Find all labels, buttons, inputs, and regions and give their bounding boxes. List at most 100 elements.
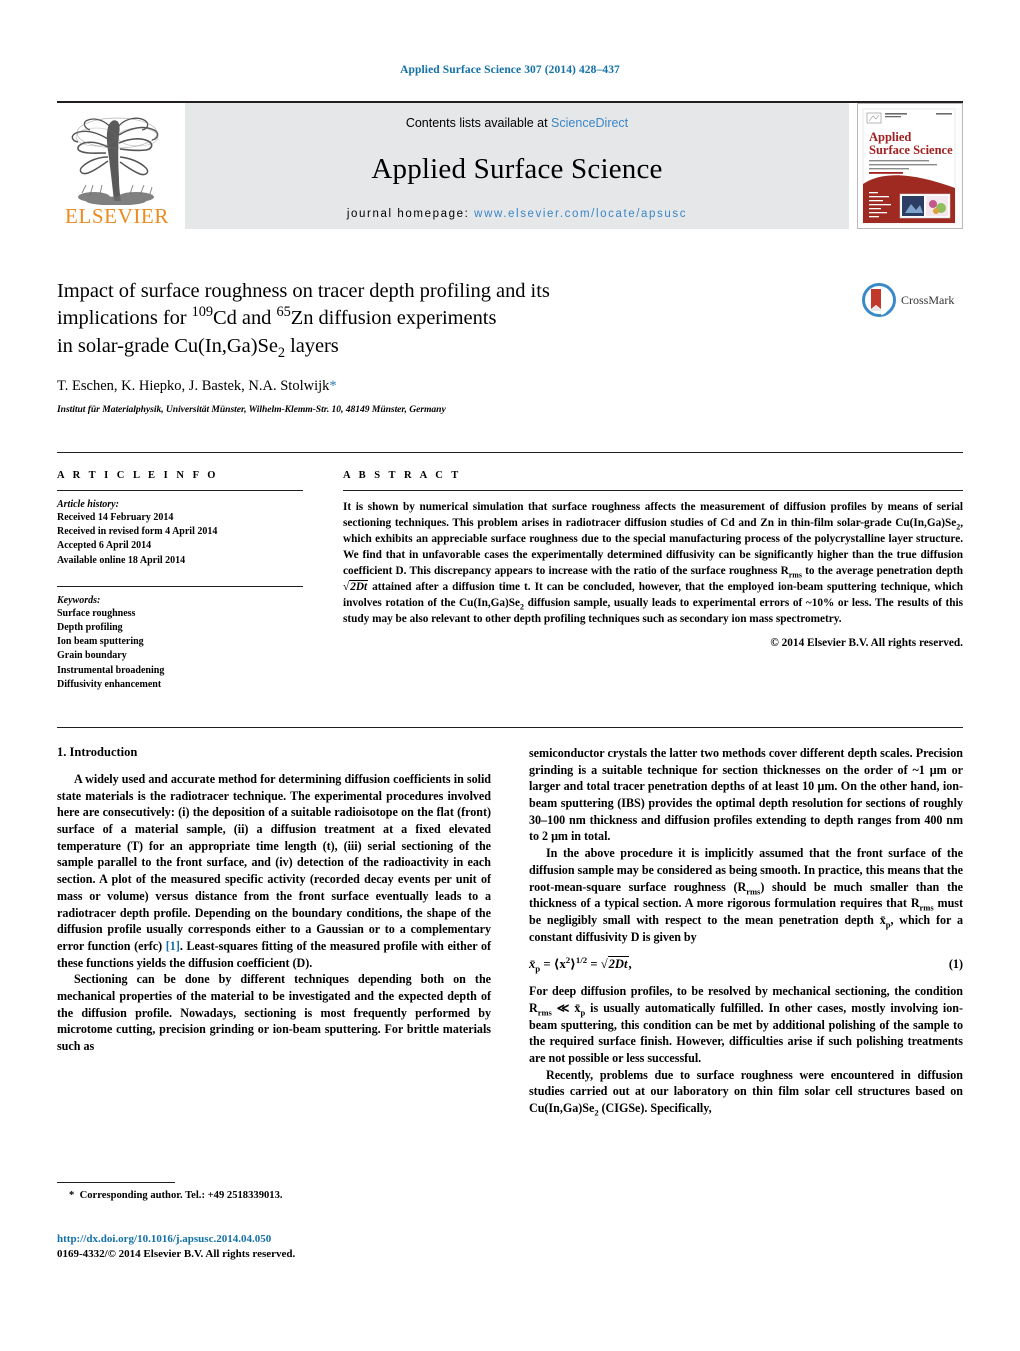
section-heading-introduction: 1. Introduction	[57, 745, 138, 759]
right-para-3-b: ≪ x̄	[551, 1000, 581, 1015]
contents-prefix: Contents lists available at	[405, 116, 552, 130]
cover-art: Applied Surface Science	[858, 104, 960, 228]
footnote-marker: *	[69, 1190, 75, 1201]
doi-block: http://dx.doi.org/10.1016/j.apsusc.2014.…	[57, 1232, 557, 1262]
article-page: Applied Surface Science 307 (2014) 428–4…	[0, 0, 1020, 1351]
eq-tail: ,	[628, 957, 632, 972]
abstract-sqrt-body: 2Dt	[349, 580, 369, 594]
eq-lhs-sub: p	[535, 963, 541, 974]
author-list: T. Eschen, K. Hiepko, J. Bastek, N.A. St…	[57, 378, 837, 395]
journal-homepage-link[interactable]: www.elsevier.com/locate/apsusc	[474, 208, 687, 220]
keyword-item: Grain boundary	[57, 650, 127, 662]
keyword-item: Ion beam sputtering	[57, 636, 144, 648]
homepage-prefix: journal homepage:	[346, 208, 475, 220]
info-divider	[57, 490, 303, 491]
title-line-1: Impact of surface roughness on tracer de…	[57, 280, 550, 302]
equation-1-expression: x̄p = ⟨x2⟩1/2 = √2Dt,	[529, 955, 632, 974]
body-column-right: semiconductor crystals the latter two me…	[529, 745, 963, 1170]
footnote-rule	[57, 1182, 175, 1183]
title-mid-1: Cd and	[213, 307, 277, 330]
keyword-item: Surface roughness	[57, 607, 136, 619]
eq-equals: =	[590, 957, 598, 972]
title-isotope-65: 65	[276, 304, 291, 321]
journal-homepage-line: journal homepage: www.elsevier.com/locat…	[347, 208, 687, 220]
history-item: Received in revised form 4 April 2014	[57, 526, 218, 538]
corresponding-author-note: * Corresponding author. Tel.: +49 251833…	[57, 1190, 491, 1201]
elsevier-tree-icon	[71, 117, 159, 205]
article-info-column: A R T I C L E I N F O Article history: R…	[57, 453, 319, 727]
equation-number: (1)	[948, 957, 963, 972]
paragraph: A widely used and accurate method for de…	[57, 771, 491, 971]
title-line-3-post: layers	[285, 334, 339, 357]
abstract-part-1: It is shown by numerical simulation that…	[343, 501, 963, 530]
title-isotope-109: 109	[191, 304, 214, 321]
sciencedirect-link[interactable]: ScienceDirect	[551, 116, 628, 130]
body-columns: 1. Introduction A widely used and accura…	[57, 745, 963, 1170]
journal-title: Applied Surface Science	[371, 152, 663, 185]
left-para-1-a: A widely used and accurate method for de…	[57, 772, 491, 953]
paragraph: In the above procedure it is implicitly …	[529, 845, 963, 945]
journal-masthead: ELSEVIER Contents lists available at Sci…	[57, 101, 963, 231]
svg-text:Surface Science: Surface Science	[869, 143, 953, 157]
keywords-label: Keywords:	[57, 594, 101, 606]
rms-subscript: rms	[919, 902, 934, 913]
paragraph: Recently, problems due to surface roughn…	[529, 1067, 963, 1117]
rms-subscript: rms	[537, 1007, 552, 1018]
abstract-divider	[343, 490, 963, 491]
right-para-4-b: (CIGSe). Specifically,	[598, 1101, 712, 1116]
issn-copyright: 0169-4332/© 2014 Elsevier B.V. All right…	[57, 1247, 296, 1260]
title-subscript-2: 2	[277, 344, 285, 361]
info-abstract-band: A R T I C L E I N F O Article history: R…	[57, 452, 963, 728]
title-line-2-pre: implications for	[57, 307, 192, 330]
running-head: Applied Surface Science 307 (2014) 428–4…	[400, 64, 620, 76]
crossmark-badge[interactable]: CrossMark	[862, 283, 962, 317]
journal-cover-thumbnail: Applied Surface Science	[857, 103, 963, 229]
elsevier-logo: ELSEVIER	[57, 103, 177, 229]
authors-names: T. Eschen, K. Hiepko, J. Bastek, N.A. St…	[57, 377, 330, 394]
abstract-sqrt: √2Dt	[343, 580, 369, 594]
keyword-item: Instrumental broadening	[57, 664, 165, 676]
title-block: Impact of surface roughness on tracer de…	[57, 278, 837, 415]
crossmark-label: CrossMark	[901, 292, 955, 307]
abstract-column: A B S T R A C T It is shown by numerical…	[319, 453, 963, 727]
reference-link-1[interactable]: [1]	[166, 939, 180, 953]
paragraph: Sectioning can be done by different tech…	[57, 972, 491, 1053]
eq-middle-sup2: 1/2	[575, 955, 588, 966]
footnote-block: * Corresponding author. Tel.: +49 251833…	[57, 1182, 491, 1201]
affiliation: Institut für Materialphysik, Universität…	[57, 403, 446, 415]
svg-text:Applied: Applied	[869, 130, 911, 144]
title-mid-2: Zn diffusion experiments	[290, 307, 497, 330]
footnote-text: Corresponding author. Tel.: +49 25183390…	[79, 1190, 283, 1201]
page-title: Impact of surface roughness on tracer de…	[57, 278, 837, 360]
eq-sqrt-body: 2Dt	[607, 956, 629, 972]
abstract-copyright: © 2014 Elsevier B.V. All rights reserved…	[770, 637, 963, 650]
doi-link[interactable]: http://dx.doi.org/10.1016/j.apsusc.2014.…	[57, 1232, 557, 1247]
masthead-center: Contents lists available at ScienceDirec…	[185, 103, 849, 229]
corresponding-author-marker: *	[329, 377, 337, 394]
article-info-heading: A R T I C L E I N F O	[57, 470, 219, 481]
right-para-3-c: is usually automatically fulfilled. In o…	[529, 1000, 963, 1065]
eq-middle: = ⟨x	[543, 957, 566, 972]
history-item: Available online 18 April 2014	[57, 554, 186, 566]
paragraph: For deep diffusion profiles, to be resol…	[529, 983, 963, 1066]
equation-1: x̄p = ⟨x2⟩1/2 = √2Dt, (1)	[529, 955, 963, 974]
abstract-sub-2: rms	[788, 570, 802, 580]
title-line-3-pre: in solar-grade Cu(In,Ga)Se	[57, 334, 278, 357]
contents-available-line: Contents lists available at ScienceDirec…	[406, 116, 628, 130]
abstract-heading: A B S T R A C T	[343, 470, 462, 481]
elsevier-wordmark: ELSEVIER	[65, 204, 169, 228]
history-item: Received 14 February 2014	[57, 512, 174, 523]
abstract-part-3: to the average penetration depth	[801, 565, 963, 578]
keyword-item: Depth profiling	[57, 621, 123, 633]
article-history-label: Article history:	[57, 499, 119, 510]
rms-subscript: rms	[746, 885, 761, 896]
paragraph: semiconductor crystals the latter two me…	[529, 746, 963, 844]
history-item: Accepted 6 April 2014	[57, 540, 152, 552]
abstract-text: It is shown by numerical simulation that…	[343, 499, 963, 627]
keywords-divider	[57, 585, 303, 587]
crossmark-icon	[862, 283, 896, 317]
keywords-block: Keywords: Surface roughness Depth profil…	[57, 585, 303, 692]
eq-sqrt: √2Dt	[600, 956, 629, 972]
keyword-item: Diffusivity enhancement	[57, 678, 162, 690]
body-column-left: 1. Introduction A widely used and accura…	[57, 745, 491, 1170]
